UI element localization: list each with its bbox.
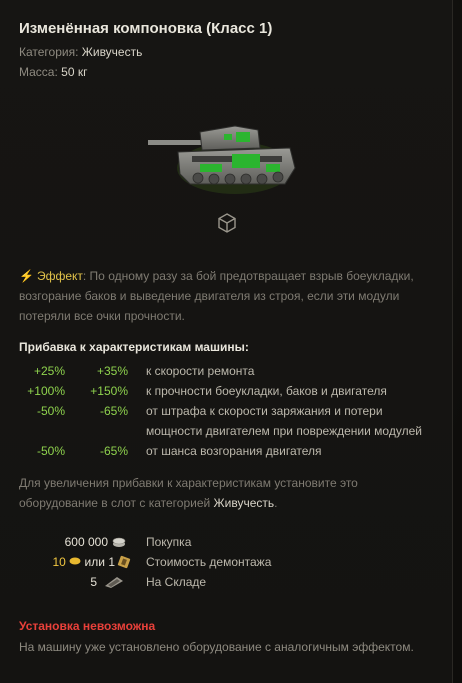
mass-value: 50 кг: [61, 65, 88, 79]
category-label: Категория:: [19, 45, 79, 59]
bonus-value-max: +150%: [90, 384, 128, 398]
slot-hint: Для увеличения прибавки к характеристика…: [19, 473, 429, 513]
category-row: Категория: Живучесть: [19, 45, 142, 59]
demount-gold-value: 10: [52, 555, 66, 569]
bonus-description: от шанса возгорания двигателя: [146, 444, 322, 458]
stock-value: 5: [90, 575, 97, 589]
tooltip-title: Изменённая компоновка (Класс 1): [19, 20, 273, 37]
lightning-icon: ⚡: [19, 269, 34, 283]
bonus-value-base: +100%: [27, 384, 65, 398]
bonus-value-max: -65%: [99, 404, 128, 418]
mass-label: Масса:: [19, 65, 58, 79]
equipment-stock-icon: [103, 575, 125, 592]
purchase-price-label: Покупка: [146, 535, 192, 549]
tank-icon: [140, 118, 300, 196]
demount-kit-icon: [117, 555, 131, 572]
demount-cost-label: Стоимость демонтажа: [146, 555, 272, 569]
install-impossible-desc: На машину уже установлено оборудование с…: [19, 640, 414, 654]
demount-kit-value: 1: [108, 555, 115, 569]
category-value: Живучесть: [81, 45, 143, 59]
bonus-value-base: -50%: [36, 404, 65, 418]
bonus-value-max: +35%: [96, 364, 128, 378]
tooltip-panel: Изменённая компоновка (Класс 1) Категори…: [0, 0, 453, 683]
gold-icon: [69, 557, 81, 565]
demount-or-label: или: [84, 555, 105, 569]
hint-suffix: .: [274, 496, 278, 510]
hint-category: Живучесть: [213, 496, 275, 510]
mass-row: Масса: 50 кг: [19, 65, 87, 79]
demount-cost-value: 10 или 1: [20, 555, 116, 569]
purchase-price-value: 600 000: [64, 535, 108, 549]
hint-prefix: Для увеличения прибавки к характеристика…: [19, 476, 358, 510]
bonus-value-max: -65%: [99, 444, 128, 458]
bonus-description: от штрафа к скорости заряжания и потери …: [146, 404, 422, 438]
effect-label: Эффект: [36, 269, 83, 283]
effect-description: ⚡ Эффект: По одному разу за бой предотвра…: [19, 266, 439, 326]
install-impossible-title: Установка невозможна: [19, 619, 156, 633]
3d-view-icon[interactable]: [216, 212, 238, 234]
bonus-description: к прочности боеукладки, баков и двигател…: [146, 384, 387, 398]
bonus-value-base: -50%: [36, 444, 65, 458]
stock-label: На Складе: [146, 575, 207, 589]
bonus-section-title: Прибавка к характеристикам машины:: [19, 340, 249, 354]
bonus-value-base: +25%: [33, 364, 65, 378]
bonus-description: к скорости ремонта: [146, 364, 255, 378]
credits-icon: [112, 535, 126, 552]
